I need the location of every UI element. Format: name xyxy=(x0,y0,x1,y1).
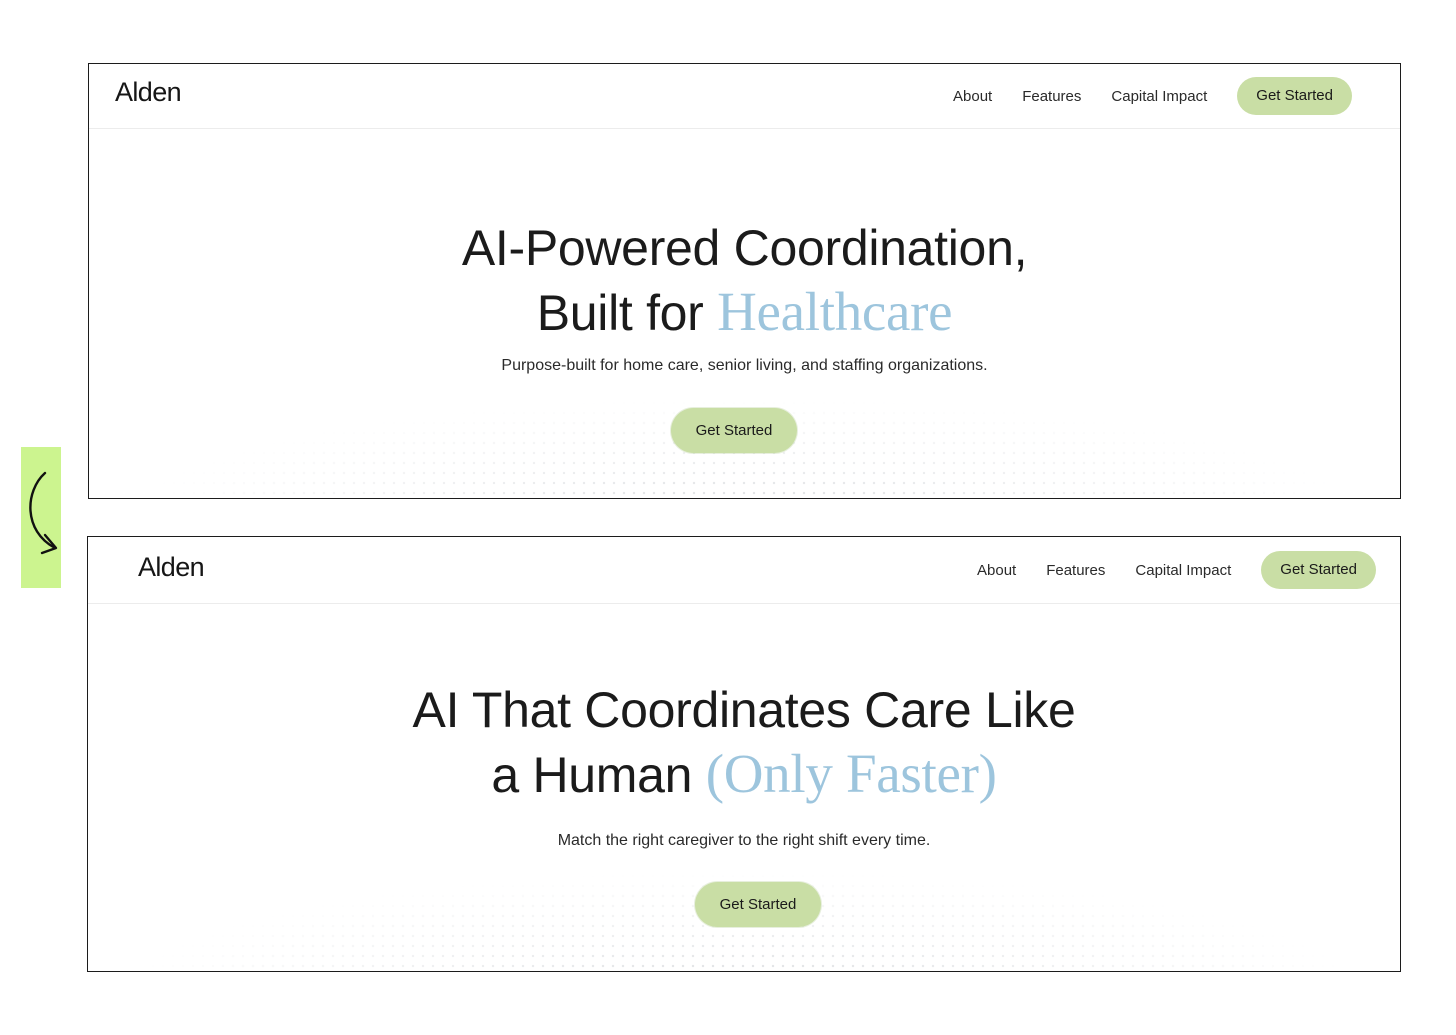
hero-title-line1: AI-Powered Coordination, xyxy=(461,220,1028,276)
hero-title-line2: a Human xyxy=(491,747,706,803)
annotation-highlight xyxy=(21,447,61,588)
nav-link-about[interactable]: About xyxy=(977,562,1016,579)
hero-get-started-button[interactable]: Get Started xyxy=(695,882,821,927)
brand-logo[interactable]: Alden xyxy=(115,77,182,108)
nav-link-capital-impact[interactable]: Capital Impact xyxy=(1111,88,1207,105)
hero-title: AI That Coordinates Care Like a Human (O… xyxy=(88,679,1400,807)
hero-title: AI-Powered Coordination, Built for Healt… xyxy=(89,217,1400,345)
nav-links: About Features Capital Impact Get Starte… xyxy=(977,537,1376,603)
nav-links: About Features Capital Impact Get Starte… xyxy=(953,64,1352,128)
nav-get-started-button[interactable]: Get Started xyxy=(1237,77,1352,115)
hero-title-accent: Healthcare xyxy=(717,281,953,342)
hero-title-accent: (Only Faster) xyxy=(705,743,997,804)
hero-title-line2: Built for xyxy=(536,285,718,341)
nav-link-features[interactable]: Features xyxy=(1022,88,1081,105)
website-preview-after: Alden About Features Capital Impact Get … xyxy=(87,536,1401,972)
hero-get-started-button[interactable]: Get Started xyxy=(671,408,797,453)
hero-subtitle: Match the right caregiver to the right s… xyxy=(557,832,931,849)
nav-link-capital-impact[interactable]: Capital Impact xyxy=(1135,562,1231,579)
top-navbar: Alden About Features Capital Impact Get … xyxy=(88,537,1400,604)
nav-link-features[interactable]: Features xyxy=(1046,562,1105,579)
hero-subtitle: Purpose-built for home care, senior livi… xyxy=(501,357,988,374)
hero-title-line1: AI That Coordinates Care Like xyxy=(412,682,1076,738)
nav-link-about[interactable]: About xyxy=(953,88,992,105)
curved-arrow-down-right-icon xyxy=(29,471,58,555)
website-preview-before: Alden About Features Capital Impact Get … xyxy=(88,63,1401,499)
top-navbar: Alden About Features Capital Impact Get … xyxy=(89,64,1400,129)
brand-logo[interactable]: Alden xyxy=(138,552,205,583)
nav-get-started-button[interactable]: Get Started xyxy=(1261,551,1376,589)
